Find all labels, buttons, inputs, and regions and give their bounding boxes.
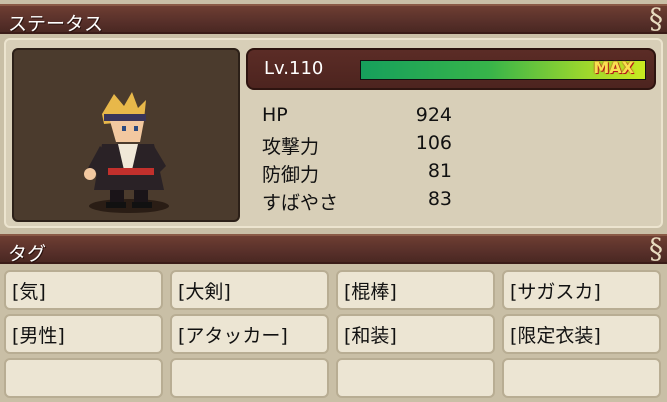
stat-value: 81: [427, 160, 452, 182]
status-header: ステータス §: [0, 2, 667, 35]
tag-chip-empty[interactable]: [4, 358, 163, 398]
swirl-ornament-icon: §: [649, 2, 663, 35]
tag-chip[interactable]: [和装]: [336, 314, 495, 354]
stat-row-defense: 防御力 81: [262, 160, 462, 190]
stat-label: 攻撃力: [262, 136, 320, 158]
stat-value: 83: [427, 188, 452, 210]
tag-chip-empty[interactable]: [502, 358, 661, 398]
tag-header-title: タグ: [8, 243, 47, 265]
tag-chip[interactable]: [大剣]: [170, 270, 329, 310]
stat-label: すばやさ: [262, 192, 339, 214]
max-badge: MAX: [593, 58, 634, 77]
swirl-ornament-icon: §: [649, 232, 663, 265]
stat-value: 106: [415, 132, 452, 154]
tag-chip[interactable]: [アタッカー]: [170, 314, 329, 354]
stat-label: 防御力: [262, 164, 320, 186]
stat-row-attack: 攻撃力 106: [262, 132, 462, 162]
stat-value: 924: [415, 104, 452, 126]
tag-chip-empty[interactable]: [336, 358, 495, 398]
character-portrait: [12, 48, 240, 222]
tag-chip[interactable]: [サガスカ]: [502, 270, 661, 310]
tag-chip[interactable]: [限定衣装]: [502, 314, 661, 354]
stat-label: HP: [262, 104, 288, 126]
level-bar: Lv.110 MAX: [246, 48, 656, 90]
tag-chip[interactable]: [男性]: [4, 314, 163, 354]
stat-row-speed: すばやさ 83: [262, 188, 462, 218]
tag-header: タグ §: [0, 232, 667, 265]
level-label: Lv.110: [264, 58, 324, 79]
status-header-title: ステータス: [8, 13, 104, 35]
tag-chip[interactable]: [気]: [4, 270, 163, 310]
character-sprite-icon: [84, 92, 169, 213]
stat-row-hp: HP 924: [262, 104, 462, 134]
tag-chip[interactable]: [棍棒]: [336, 270, 495, 310]
tag-chip-empty[interactable]: [170, 358, 329, 398]
